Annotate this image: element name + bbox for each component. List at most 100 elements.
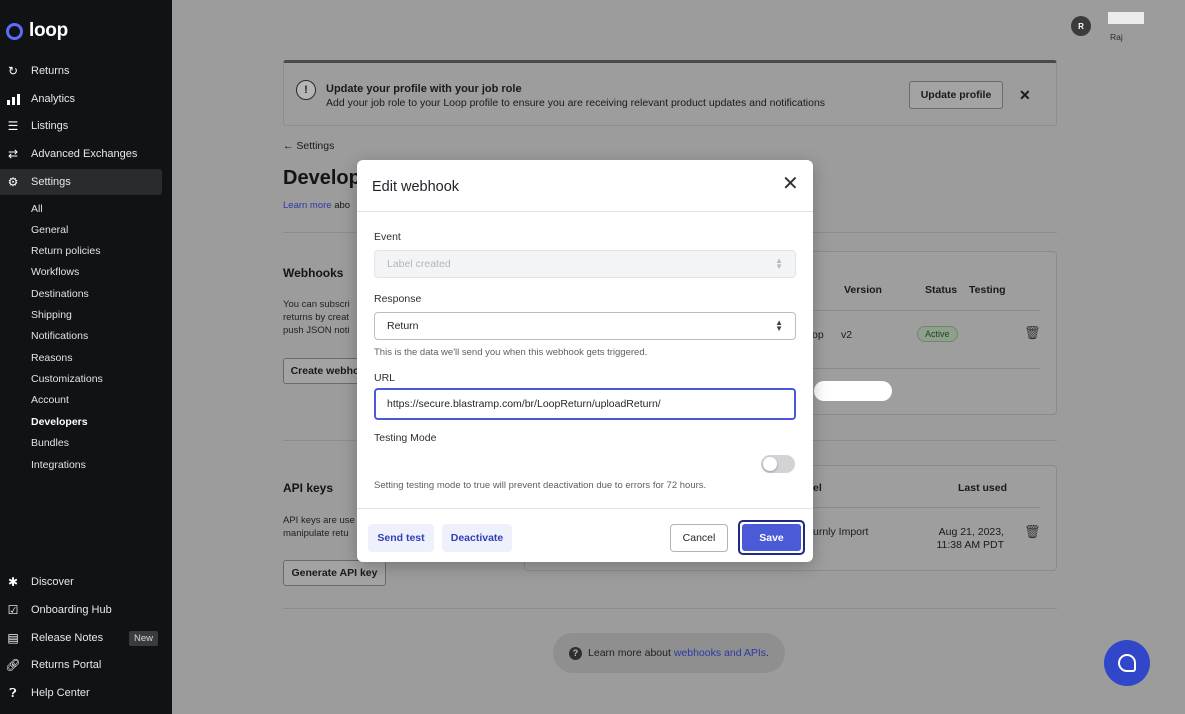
avatar[interactable]: R bbox=[1071, 16, 1091, 36]
info-icon: ! bbox=[296, 80, 316, 100]
bar-chart-icon bbox=[6, 92, 20, 106]
select-arrows-icon: ▲ ▼ bbox=[775, 318, 783, 333]
col-testing: Testing bbox=[969, 284, 1006, 296]
modal-title: Edit webhook bbox=[372, 179, 460, 195]
nav-settings[interactable]: ⚙ Settings bbox=[0, 169, 162, 195]
save-label: Save bbox=[742, 524, 801, 551]
clipboard-check-icon: ☑ bbox=[7, 603, 19, 617]
close-icon[interactable]: ✕ bbox=[782, 174, 799, 194]
desc-line: push JSON noti bbox=[283, 325, 350, 336]
settings-sub-notifications[interactable]: Notifications bbox=[31, 330, 88, 342]
settings-sub-general[interactable]: General bbox=[31, 224, 68, 236]
cancel-button[interactable]: Cancel bbox=[670, 524, 728, 552]
testing-help: Setting testing mode to true will preven… bbox=[374, 480, 707, 491]
event-value: Label created bbox=[387, 258, 451, 270]
nav-help-center[interactable]: ❓︎ Help Center bbox=[0, 680, 162, 706]
settings-sub-reasons[interactable]: Reasons bbox=[31, 352, 72, 364]
settings-sub-return-policies[interactable]: Return policies bbox=[31, 245, 100, 257]
table-divider bbox=[802, 507, 1040, 508]
settings-sub-destinations[interactable]: Destinations bbox=[31, 288, 89, 300]
send-test-button[interactable]: Send test bbox=[368, 524, 434, 552]
user-name: Raj bbox=[1110, 32, 1123, 42]
nav-returns-portal[interactable]: 🔗︎ Returns Portal bbox=[0, 652, 162, 678]
trash-icon[interactable]: 🗑︎ bbox=[1024, 325, 1041, 341]
nav-release-notes[interactable]: ▤ Release Notes New bbox=[0, 625, 162, 651]
nav-label: Settings bbox=[31, 176, 71, 188]
redacted-user-name bbox=[1108, 12, 1144, 24]
webhooks-apis-link[interactable]: webhooks and APIs bbox=[674, 647, 766, 659]
learn-more-text: Learn more abo bbox=[283, 200, 350, 211]
table-divider bbox=[802, 310, 1040, 311]
nav-label: Analytics bbox=[31, 93, 76, 105]
nav-label: Onboarding Hub bbox=[31, 604, 112, 616]
learn-more-link[interactable]: Learn more bbox=[283, 200, 332, 211]
testing-mode-label: Testing Mode bbox=[374, 432, 437, 444]
close-icon[interactable]: ✕ bbox=[1019, 87, 1031, 104]
table-divider bbox=[802, 368, 1040, 369]
response-select[interactable]: Return ▲ ▼ bbox=[374, 312, 796, 340]
nav-listings[interactable]: ☰ Listings bbox=[0, 113, 162, 139]
nav-returns[interactable]: ↻ Returns bbox=[0, 58, 162, 84]
settings-sub-integrations[interactable]: Integrations bbox=[31, 459, 86, 471]
nav-advanced-exchanges[interactable]: ⇄ Advanced Exchanges bbox=[0, 141, 162, 167]
nav-analytics[interactable]: Analytics bbox=[0, 86, 162, 112]
chat-launcher-button[interactable] bbox=[1104, 640, 1150, 686]
settings-sub-customizations[interactable]: Customizations bbox=[31, 373, 103, 385]
nav-label: Release Notes bbox=[31, 632, 104, 644]
banner-text: Add your job role to your Loop profile t… bbox=[326, 97, 826, 109]
desc-line: You can subscri bbox=[283, 299, 350, 310]
col-last-used: Last used bbox=[958, 482, 1008, 494]
nav-label: Help Center bbox=[31, 687, 90, 699]
event-select: Label created ▲ ▼ bbox=[374, 250, 796, 278]
create-webhook-button[interactable]: Create webho bbox=[283, 358, 367, 384]
url-input[interactable]: https://secure.blastramp.com/br/LoopRetu… bbox=[374, 388, 796, 420]
modal-header: Edit webhook ✕ bbox=[357, 160, 813, 212]
footer-period: . bbox=[766, 647, 769, 659]
save-button[interactable]: Save bbox=[738, 520, 805, 555]
nav-label: Returns bbox=[31, 65, 70, 77]
returns-icon: ↻ bbox=[7, 64, 19, 78]
settings-sub-workflows[interactable]: Workflows bbox=[31, 266, 79, 278]
edit-webhook-modal: Edit webhook ✕ Event Label created ▲ ▼ Re… bbox=[357, 160, 813, 562]
api-key-last-used-date: Aug 21, 2023, bbox=[938, 526, 1004, 538]
exchange-arrows-icon: ⇄ bbox=[7, 147, 19, 161]
settings-sub-bundles[interactable]: Bundles bbox=[31, 437, 69, 449]
settings-sub-account[interactable]: Account bbox=[31, 394, 69, 406]
settings-sub-shipping[interactable]: Shipping bbox=[31, 309, 72, 321]
nav-label: Listings bbox=[31, 120, 69, 132]
list-icon: ☰ bbox=[7, 119, 19, 133]
status-badge: Active bbox=[917, 326, 958, 342]
url-label: URL bbox=[374, 372, 396, 384]
response-help: This is the data we'll send you when thi… bbox=[374, 347, 648, 358]
col-status: Status bbox=[925, 284, 958, 296]
response-label: Response bbox=[374, 293, 422, 305]
trash-icon[interactable]: 🗑︎ bbox=[1024, 524, 1041, 540]
link-icon: 🔗︎ bbox=[5, 658, 21, 672]
redaction-mark bbox=[814, 381, 892, 401]
webhook-name: op bbox=[812, 329, 824, 341]
update-profile-button[interactable]: Update profile bbox=[909, 81, 1003, 109]
webhooks-title: Webhooks bbox=[283, 266, 344, 280]
deactivate-button[interactable]: Deactivate bbox=[442, 524, 512, 552]
nav-discover[interactable]: ✱ Discover bbox=[0, 569, 162, 595]
api-keys-title: API keys bbox=[283, 481, 334, 495]
generate-api-key-button[interactable]: Generate API key bbox=[283, 560, 386, 586]
logo[interactable]: loop bbox=[6, 20, 68, 42]
nav-onboarding-hub[interactable]: ☑ Onboarding Hub bbox=[0, 597, 162, 623]
topbar: R Raj bbox=[172, 6, 1178, 44]
logo-text: loop bbox=[29, 20, 68, 41]
nav-label: Returns Portal bbox=[31, 659, 102, 671]
help-icon: ? bbox=[569, 646, 583, 660]
sparkle-icon: ✱ bbox=[7, 575, 19, 589]
nav-label: Discover bbox=[31, 576, 74, 588]
testing-mode-toggle[interactable] bbox=[761, 455, 795, 473]
settings-sub-all[interactable]: All bbox=[31, 203, 43, 215]
settings-sub-developers[interactable]: Developers bbox=[31, 416, 88, 428]
help-icon: ❓︎ bbox=[9, 685, 17, 700]
document-icon: ▤ bbox=[7, 631, 19, 645]
col-label: el bbox=[813, 482, 822, 494]
back-to-settings-link[interactable]: ← Settings bbox=[283, 140, 334, 152]
footer-text: Learn more about webhooks and APIs. bbox=[588, 647, 769, 659]
webhook-version: v2 bbox=[841, 329, 853, 341]
chat-icon bbox=[1118, 654, 1136, 672]
